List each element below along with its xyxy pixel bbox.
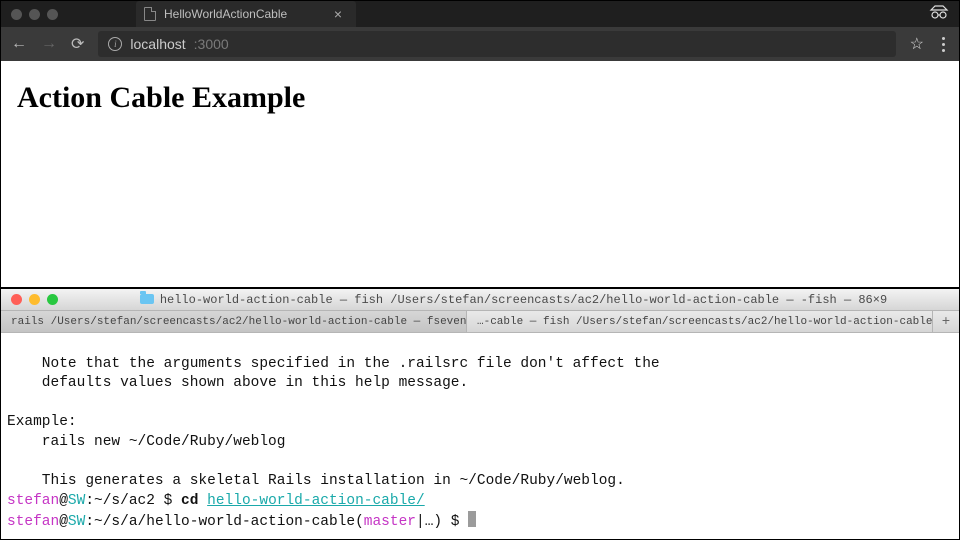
terminal-tab-label: rails /Users/stefan/screencasts/ac2/hell… xyxy=(11,316,467,328)
prompt-user: stefan xyxy=(7,514,59,530)
prompt-path: :~/s/a/hello-world-action-cable( xyxy=(85,514,363,530)
terminal-title: hello-world-action-cable — fish /Users/s… xyxy=(68,293,959,307)
prompt-path: :~/s/ac2 $ xyxy=(85,493,181,509)
term-line: Note that the arguments specified in the… xyxy=(7,356,660,372)
traffic-minimize[interactable] xyxy=(29,9,40,20)
browser-tab[interactable]: HelloWorldActionCable × xyxy=(136,1,356,27)
reload-button[interactable]: ⟳ xyxy=(71,34,84,54)
folder-icon xyxy=(140,294,154,304)
terminal-title-text: hello-world-action-cable — fish /Users/s… xyxy=(160,293,887,307)
traffic-zoom[interactable] xyxy=(47,9,58,20)
site-info-icon[interactable]: i xyxy=(108,37,122,51)
terminal-tab-bar: rails /Users/stefan/screencasts/ac2/hell… xyxy=(1,311,959,333)
back-button[interactable]: ← xyxy=(11,35,27,53)
prompt-host: SW xyxy=(68,493,85,509)
url-host: localhost xyxy=(130,36,185,52)
prompt-cmd-path: hello-world-action-cable/ xyxy=(207,493,425,509)
browser-menu-button[interactable] xyxy=(938,37,949,52)
browser-window: HelloWorldActionCable × ← → ⟳ i localhos… xyxy=(0,0,960,288)
term-line: defaults values shown above in this help… xyxy=(7,375,468,391)
page-content: Action Cable Example xyxy=(1,61,959,135)
traffic-close[interactable] xyxy=(11,294,22,305)
window-controls[interactable] xyxy=(11,9,58,20)
terminal-titlebar: hello-world-action-cable — fish /Users/s… xyxy=(1,289,959,311)
term-line: Example: xyxy=(7,414,77,430)
git-branch: master xyxy=(364,514,416,530)
prompt-at: @ xyxy=(59,514,68,530)
tab-title: HelloWorldActionCable xyxy=(164,7,287,21)
browser-toolbar: ← → ⟳ i localhost :3000 ☆ xyxy=(1,27,959,61)
cursor xyxy=(468,511,476,527)
traffic-zoom[interactable] xyxy=(47,294,58,305)
url-port: :3000 xyxy=(194,36,229,52)
tab-close-icon[interactable]: × xyxy=(334,7,342,21)
terminal-tab[interactable]: …-cable — fish /Users/stefan/screencasts… xyxy=(467,311,933,332)
prompt-user: stefan xyxy=(7,493,59,509)
browser-titlebar: HelloWorldActionCable × xyxy=(1,1,959,27)
prompt-tail: |…) $ xyxy=(416,514,468,530)
forward-button: → xyxy=(41,35,57,53)
terminal-window-controls[interactable] xyxy=(1,294,68,305)
page-icon xyxy=(144,7,156,21)
page-heading: Action Cable Example xyxy=(17,81,943,115)
terminal-window: hello-world-action-cable — fish /Users/s… xyxy=(0,288,960,540)
new-tab-button[interactable]: + xyxy=(933,311,959,332)
traffic-minimize[interactable] xyxy=(29,294,40,305)
term-line: rails new ~/Code/Ruby/weblog xyxy=(7,434,285,450)
prompt-cmd: cd xyxy=(181,493,207,509)
terminal-tab[interactable]: rails /Users/stefan/screencasts/ac2/hell… xyxy=(1,311,467,332)
terminal-body[interactable]: Note that the arguments specified in the… xyxy=(1,333,959,555)
prompt-at: @ xyxy=(59,493,68,509)
incognito-icon xyxy=(929,5,949,24)
traffic-close[interactable] xyxy=(11,9,22,20)
address-bar[interactable]: i localhost :3000 xyxy=(98,31,895,57)
bookmark-star-icon[interactable]: ☆ xyxy=(910,34,924,54)
prompt-host: SW xyxy=(68,514,85,530)
terminal-tab-label: …-cable — fish /Users/stefan/screencasts… xyxy=(477,316,933,328)
term-line: This generates a skeletal Rails installa… xyxy=(7,473,625,489)
